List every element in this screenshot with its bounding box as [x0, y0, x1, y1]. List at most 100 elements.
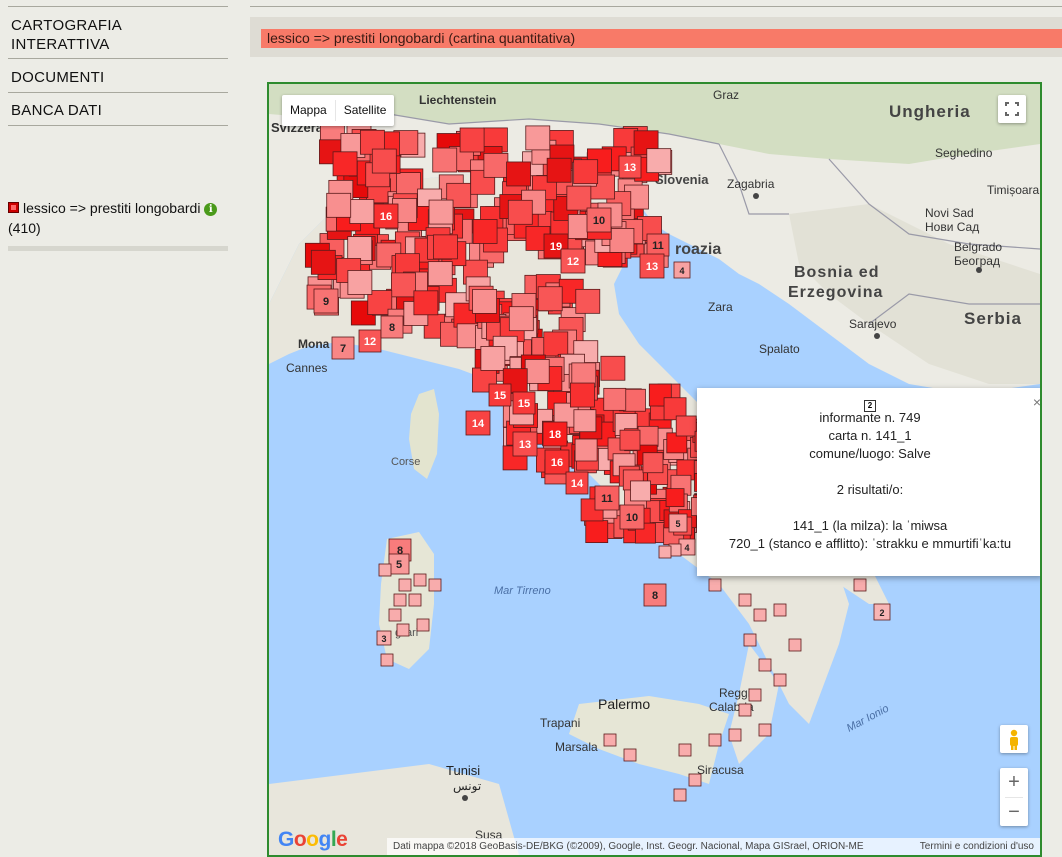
map-marker[interactable]: [380, 653, 394, 667]
terms-link[interactable]: Termini e condizioni d'uso: [920, 838, 1034, 855]
map-marker[interactable]: [347, 270, 373, 295]
map-marker[interactable]: 5: [668, 513, 688, 533]
map-type-mappa-button[interactable]: Mappa: [282, 95, 335, 126]
map-marker[interactable]: [574, 438, 598, 462]
map-type-satellite-button[interactable]: Satellite: [336, 95, 395, 126]
map-marker[interactable]: 2: [873, 603, 891, 621]
map-marker[interactable]: [758, 658, 772, 672]
map-marker[interactable]: 18: [542, 421, 568, 447]
map-marker[interactable]: [433, 234, 458, 260]
map-marker[interactable]: [543, 331, 569, 357]
map-marker[interactable]: [788, 638, 802, 652]
map-marker[interactable]: [609, 228, 635, 253]
map-marker[interactable]: 4: [678, 538, 696, 556]
map-marker[interactable]: 8: [380, 315, 404, 339]
map-marker[interactable]: 8: [643, 583, 667, 607]
map-marker[interactable]: [738, 593, 752, 607]
map-marker[interactable]: [569, 382, 595, 408]
map-marker[interactable]: [708, 578, 722, 592]
map-marker[interactable]: [371, 148, 397, 174]
map-marker[interactable]: [753, 608, 767, 622]
map-marker[interactable]: [408, 593, 422, 607]
nav-item-banca-dati[interactable]: BANCA DATI: [8, 101, 228, 126]
map-marker[interactable]: [630, 480, 651, 502]
map-marker[interactable]: [416, 618, 430, 632]
map-marker[interactable]: [326, 192, 352, 218]
map-marker[interactable]: [388, 608, 402, 622]
map-marker[interactable]: [546, 157, 572, 183]
map-marker[interactable]: 7: [331, 336, 355, 360]
map-marker[interactable]: 13: [639, 253, 665, 279]
map-marker[interactable]: [678, 743, 692, 757]
map-marker[interactable]: [393, 593, 407, 607]
map-marker[interactable]: 11: [646, 233, 670, 257]
map-marker[interactable]: [349, 199, 375, 224]
map-marker[interactable]: 16: [544, 449, 570, 475]
map-marker[interactable]: [378, 563, 392, 577]
map-marker[interactable]: [472, 219, 498, 244]
fullscreen-button[interactable]: [998, 95, 1026, 123]
map-marker[interactable]: 15: [512, 391, 536, 415]
layer-entry[interactable]: lessico => prestiti longobardi i (410): [8, 198, 232, 238]
map-marker[interactable]: [573, 409, 597, 433]
map-marker[interactable]: [603, 733, 617, 747]
map-marker[interactable]: 14: [465, 410, 491, 436]
map-marker[interactable]: [600, 355, 626, 381]
map-marker[interactable]: [758, 723, 772, 737]
map-marker[interactable]: [623, 748, 637, 762]
map-marker[interactable]: [413, 290, 439, 316]
map-marker[interactable]: [575, 288, 601, 314]
map-marker[interactable]: [391, 272, 416, 298]
map-marker[interactable]: 16: [373, 203, 399, 229]
map-marker[interactable]: 10: [586, 207, 612, 233]
map-marker[interactable]: 4: [673, 261, 691, 279]
map-marker[interactable]: 12: [358, 329, 382, 353]
map-marker[interactable]: [428, 199, 454, 225]
map-marker[interactable]: [427, 261, 453, 287]
info-icon[interactable]: i: [204, 203, 218, 216]
map-marker[interactable]: [623, 388, 646, 412]
map-marker[interactable]: [675, 415, 697, 437]
map-marker[interactable]: [773, 673, 787, 687]
map-marker[interactable]: 5: [388, 553, 410, 575]
map-marker[interactable]: [637, 425, 659, 447]
map-marker[interactable]: [525, 125, 551, 151]
nav-item-cartografia[interactable]: CARTOGRAFIA INTERATTIVA: [8, 16, 228, 59]
map-marker[interactable]: [506, 161, 531, 187]
map-marker[interactable]: [708, 733, 722, 747]
map-marker[interactable]: [738, 703, 752, 717]
map-marker[interactable]: [347, 236, 373, 261]
map-marker[interactable]: [603, 387, 627, 411]
map-marker[interactable]: [619, 429, 641, 451]
map-marker[interactable]: [472, 289, 497, 314]
map-marker[interactable]: [665, 488, 685, 508]
map-marker[interactable]: [537, 286, 563, 312]
map-canvas[interactable]: Liechtenstein Svizzera Graz Ungheria Seg…: [267, 82, 1042, 857]
map-marker[interactable]: [853, 578, 867, 592]
map-marker[interactable]: 9: [313, 288, 339, 314]
map-marker[interactable]: [396, 623, 410, 637]
map-marker[interactable]: 10: [619, 504, 645, 530]
map-marker[interactable]: [658, 545, 672, 559]
map-marker[interactable]: 15: [488, 383, 512, 407]
map-marker[interactable]: [483, 152, 509, 178]
map-marker[interactable]: [642, 452, 664, 474]
map-marker[interactable]: 3: [376, 630, 392, 646]
zoom-in-button[interactable]: +: [1000, 768, 1028, 797]
map-marker[interactable]: [396, 172, 421, 197]
map-marker[interactable]: [398, 578, 412, 592]
map-marker[interactable]: 13: [512, 431, 538, 457]
map-marker[interactable]: [566, 185, 592, 211]
map-marker[interactable]: 11: [594, 485, 620, 511]
map-marker[interactable]: [332, 151, 358, 177]
street-view-button[interactable]: [1000, 725, 1028, 753]
map-marker[interactable]: [428, 578, 442, 592]
map-marker[interactable]: [773, 603, 787, 617]
map-marker[interactable]: [310, 249, 336, 275]
map-marker[interactable]: [743, 633, 757, 647]
map-marker[interactable]: [728, 728, 742, 742]
map-marker[interactable]: [413, 573, 427, 587]
map-marker[interactable]: [524, 359, 550, 384]
map-marker[interactable]: [573, 159, 599, 185]
nav-item-documenti[interactable]: DOCUMENTI: [8, 68, 228, 93]
